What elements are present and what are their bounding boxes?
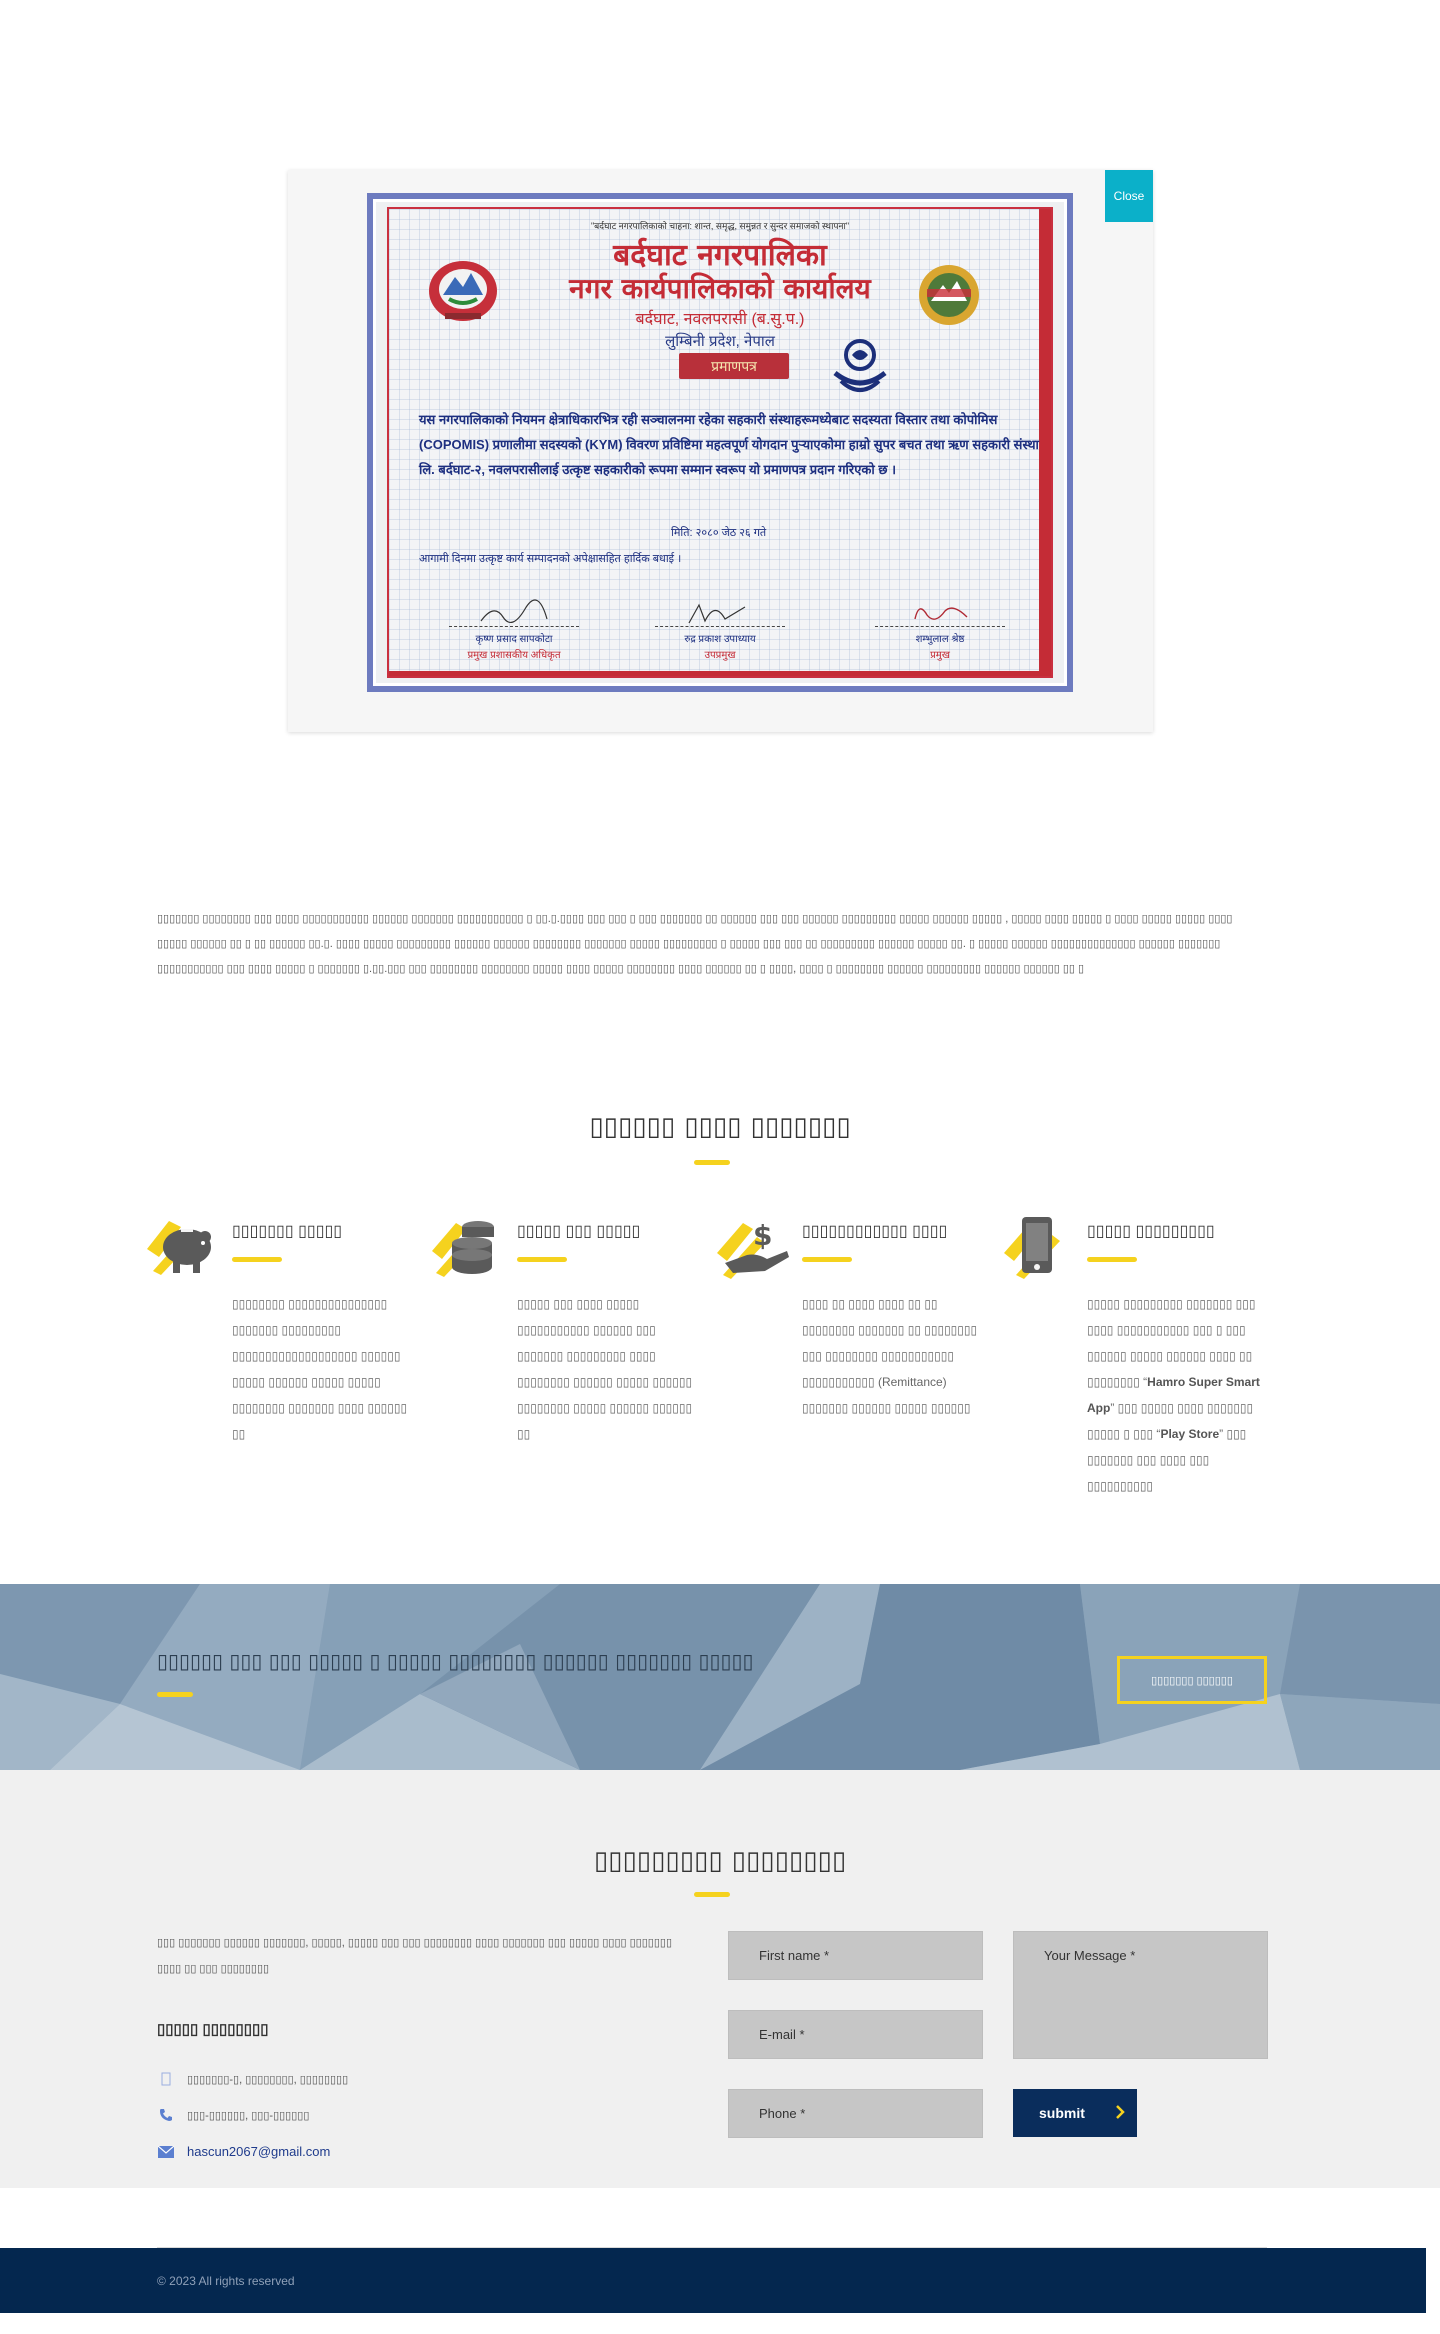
store-name: Play Store: [1160, 1427, 1220, 1441]
close-button[interactable]: Close: [1105, 170, 1153, 222]
coins-icon: [432, 1221, 494, 1277]
certificate-body: यस नगरपालिकाको नियमन क्षेत्राधिकारभित्र …: [419, 412, 1039, 477]
phone-row: ▯▯▯-▯▯▯▯▯▯, ▯▯▯-▯▯▯▯▯▯: [157, 2108, 309, 2122]
service-mobile-banking-title: ▯▯▯▯▯ ▯▯▯▯▯▯▯▯▯: [1087, 1223, 1215, 1240]
certificate-motto: "बर्दघाट नगरपालिकाको चाहना: शान्त, समृद्…: [590, 221, 850, 231]
certificate-modal: Close "बर्दघाट नगरपालिकाको चाहना: शान्त,…: [288, 170, 1153, 732]
municipality-logo-icon: [919, 265, 979, 325]
mobile-phone-icon: [1004, 1217, 1060, 1279]
service-loan-title: ▯▯▯▯▯ ▯▯▯ ▯▯▯▯▯: [517, 1223, 641, 1240]
cooperative-logo-icon: [833, 339, 887, 392]
banner-underline: [157, 1692, 193, 1697]
service-savings-text: ▯▯▯▯▯▯▯▯ ▯▯▯▯▯▯▯▯▯▯▯▯▯▯▯ ▯▯▯▯▯▯▯ ▯▯▯▯▯▯▯…: [232, 1297, 408, 1441]
signatory-2: रुद्र प्रकाश उपाध्याय उपप्रमुख: [655, 599, 785, 661]
chevron-right-icon: [1115, 2104, 1125, 2122]
intro-paragraph: ▯▯▯▯▯▯▯ ▯▯▯▯▯▯▯▯ ▯▯▯ ▯▯▯▯ ▯▯▯▯▯▯▯▯▯▯▯ ▯▯…: [157, 913, 1233, 975]
first-name-input[interactable]: First name *: [728, 1931, 983, 1980]
piggy-bank-icon: [147, 1221, 211, 1275]
signatory-3-role: प्रमुख: [930, 650, 950, 661]
svg-text:$: $: [753, 1219, 772, 1252]
service-savings-underline: [232, 1257, 282, 1262]
signature-1: [449, 599, 579, 627]
contact-title-underline: [694, 1892, 730, 1897]
copyright-text: © 2023 All rights reserved: [157, 2274, 295, 2288]
service-loan-text: ▯▯▯▯▯ ▯▯▯ ▯▯▯▯ ▯▯▯▯▯ ▯▯▯▯▯▯▯▯▯▯▯ ▯▯▯▯▯▯ …: [517, 1297, 693, 1441]
phone-input[interactable]: Phone *: [728, 2089, 983, 2138]
email-input[interactable]: E-mail *: [728, 2010, 983, 2059]
signatory-1-name: कृष्ण प्रसाद सापकोटा: [475, 634, 553, 645]
cta-banner: ▯▯▯▯▯▯ ▯▯▯ ▯▯▯ ▯▯▯▯▯ ▯ ▯▯▯▯▯ ▯▯▯▯▯▯▯▯ ▯▯…: [0, 1584, 1440, 1770]
signatory-3-name: शम्भुलाल श्रेष्ठ: [915, 634, 965, 645]
service-remittance-title: ▯▯▯▯▯▯▯▯▯▯▯▯ ▯▯▯▯: [802, 1223, 948, 1240]
money-hand-icon: $: [717, 1219, 789, 1279]
phone-text: ▯▯▯-▯▯▯▯▯▯, ▯▯▯-▯▯▯▯▯▯: [187, 2109, 310, 2122]
service-loan-underline: [517, 1257, 567, 1262]
address-row: ▯▯▯▯▯▯▯-▯, ▯▯▯▯▯▯▯▯, ▯▯▯▯▯▯▯▯: [157, 2072, 348, 2086]
services-title: ▯▯▯▯▯▯ ▯▯▯▯ ▯▯▯▯▯▯▯: [589, 1112, 851, 1142]
address-text: ▯▯▯▯▯▯▯-▯, ▯▯▯▯▯▯▯▯, ▯▯▯▯▯▯▯▯: [187, 2073, 349, 2086]
location-icon: [157, 2072, 175, 2086]
signature-2: [655, 599, 785, 627]
certificate-wish: आगामी दिनमा उत्कृष्ट कार्य सम्पादनको अपे…: [419, 553, 682, 565]
contact-description: ▯▯▯ ▯▯▯▯▯▯▯ ▯▯▯▯▯▯ ▯▯▯▯▯▯▯, ▯▯▯▯▯, ▯▯▯▯▯…: [157, 1937, 672, 1975]
nepal-emblem-icon: [429, 261, 497, 321]
service-remittance-underline: [802, 1257, 852, 1262]
signatory-2-name: रुद्र प्रकाश उपाध्याय: [684, 634, 756, 645]
contact-title: ▯▯▯▯▯▯▯▯▯ ▯▯▯▯▯▯▯▯: [593, 1846, 847, 1876]
signatory-3: शम्भुलाल श्रेष्ठ प्रमुख: [875, 599, 1005, 661]
submit-button[interactable]: submit: [1013, 2089, 1137, 2137]
contact-section: ▯▯▯▯▯▯▯▯▯ ▯▯▯▯▯▯▯▯ ▯▯▯ ▯▯▯▯▯▯▯ ▯▯▯▯▯▯ ▯▯…: [0, 1770, 1440, 2188]
service-mobile-banking-underline: [1087, 1257, 1137, 1262]
footer: © 2023 All rights reserved: [0, 2248, 1426, 2313]
address-title: ▯▯▯▯▯ ▯▯▯▯▯▯▯▯: [157, 2021, 269, 2038]
signatory-2-role: उपप्रमुख: [704, 650, 736, 661]
certificate-red-bottom: [389, 671, 1051, 676]
certificate-frame: "बर्दघाट नगरपालिकाको चाहना: शान्त, समृद्…: [387, 207, 1053, 678]
message-textarea[interactable]: Your Message *: [1013, 1931, 1268, 2059]
service-mobile-banking-text: ▯▯▯▯▯ ▯▯▯▯▯▯▯▯▯ ▯▯▯▯▯▯▯ ▯▯▯ ▯▯▯▯ ▯▯▯▯▯▯▯…: [1087, 1291, 1272, 1499]
signatory-1: कृष्ण प्रसाद सापकोटा प्रमुख प्रशासकीय अध…: [449, 599, 579, 661]
certificate-date: मिति: २०८० जेठ २६ गते: [671, 527, 767, 539]
email-link[interactable]: hascun2067@gmail.com: [187, 2144, 330, 2159]
signature-3: [875, 599, 1005, 627]
banner-heading: ▯▯▯▯▯▯ ▯▯▯ ▯▯▯ ▯▯▯▯▯ ▯ ▯▯▯▯▯ ▯▯▯▯▯▯▯▯ ▯▯…: [157, 1649, 754, 1673]
service-savings-title: ▯▯▯▯▯▯▯ ▯▯▯▯▯: [232, 1223, 343, 1240]
submit-label: submit: [1039, 2105, 1085, 2121]
banner-cta-button[interactable]: ▯▯▯▯▯▯▯ ▯▯▯▯▯▯: [1117, 1656, 1267, 1704]
certificate-province: लुम्बिनी प्रदेश, नेपाल: [665, 333, 775, 350]
email-row: hascun2067@gmail.com: [157, 2144, 330, 2159]
phone-icon: [157, 2108, 175, 2122]
signatory-1-role: प्रमुख प्रशासकीय अधिकृत: [467, 650, 561, 661]
service-remittance-text: ▯▯▯▯ ▯▯ ▯▯▯▯ ▯▯▯▯ ▯▯ ▯▯ ▯▯▯▯▯▯▯▯ ▯▯▯▯▯▯▯…: [802, 1297, 978, 1415]
certificate-image: "बर्दघाट नगरपालिकाको चाहना: शान्त, समृद्…: [367, 193, 1073, 692]
services-title-underline: [694, 1160, 730, 1165]
certificate-ribbon: प्रमाणपत्र: [679, 353, 789, 379]
email-icon: [157, 2145, 175, 2159]
